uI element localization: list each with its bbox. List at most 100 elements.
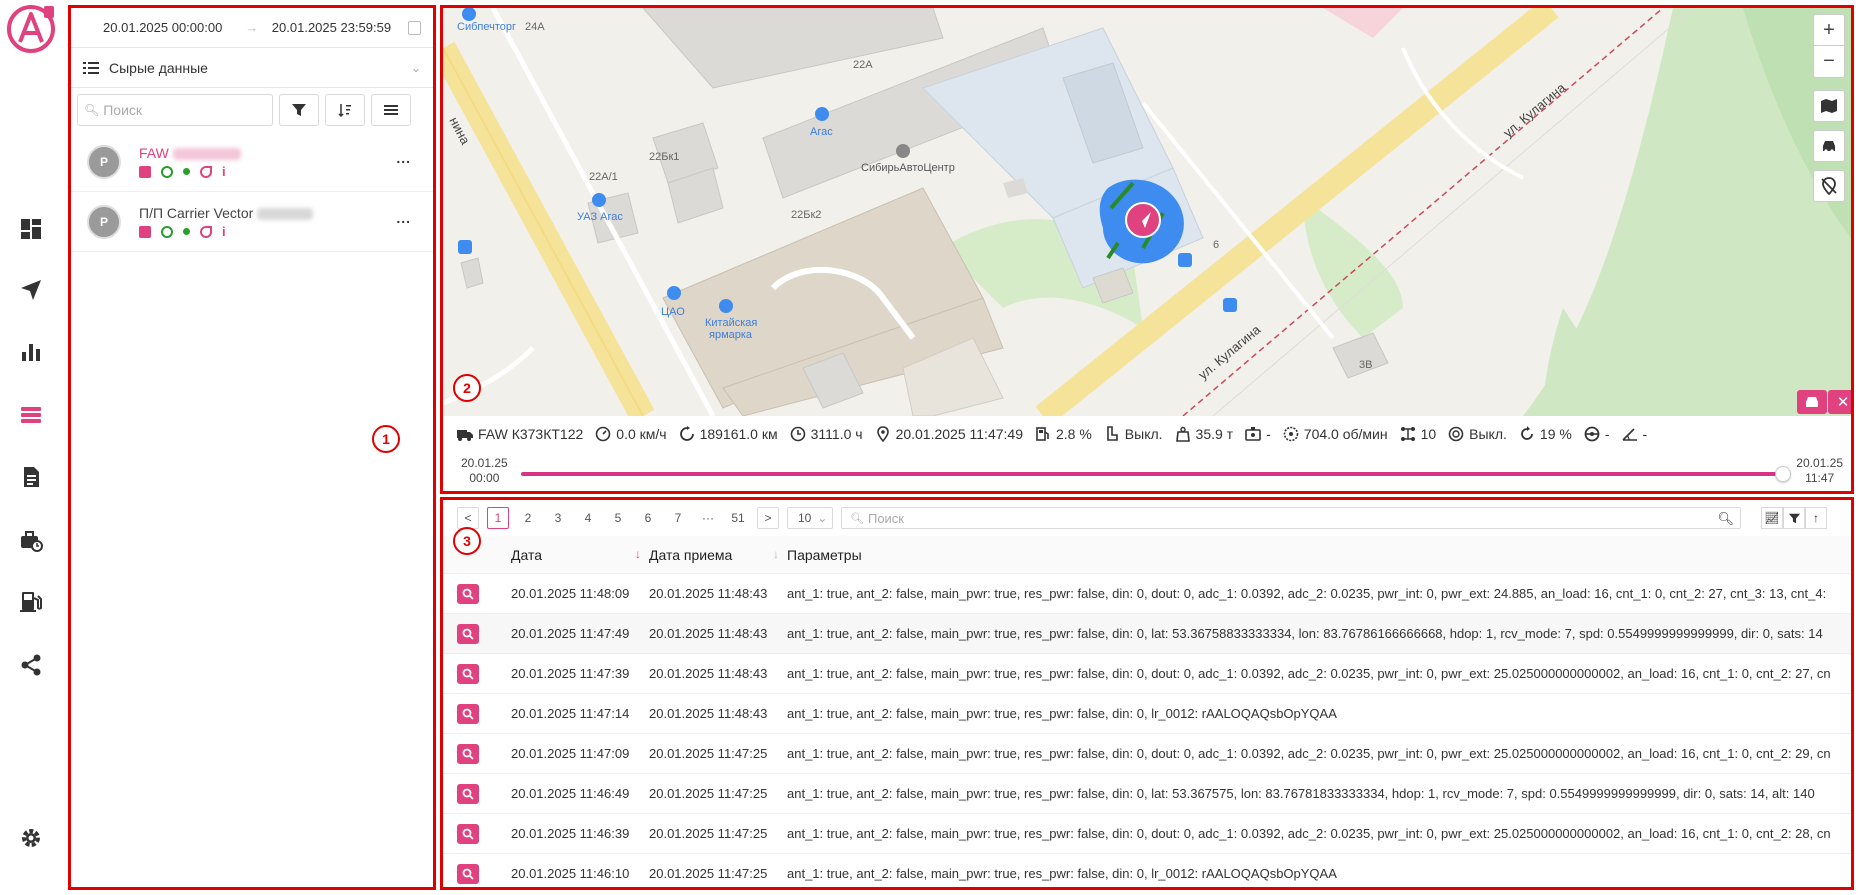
table-header: Дата ↓ Дата приема ↓ Параметры [443, 536, 1851, 574]
data-mode-value: Сырые данные [109, 59, 208, 76]
navigation-icon[interactable] [14, 273, 48, 307]
view-detail-button[interactable] [457, 783, 479, 804]
page-button[interactable]: 5 [607, 507, 629, 529]
sort-down-icon[interactable]: ↓ [635, 547, 641, 561]
rpm-value: 704.0 об/мин [1303, 426, 1388, 442]
table-row[interactable]: 20.01.2025 11:47:39 20.01.2025 11:48:43 an… [443, 654, 1851, 694]
unit-search-input[interactable]: 🔍︎ Поиск [77, 94, 273, 126]
view-detail-button[interactable] [457, 823, 479, 844]
page-button[interactable]: 51 [727, 507, 749, 529]
dashboard-icon[interactable] [14, 212, 48, 246]
date-to[interactable]: 20.01.2025 23:59:59 [261, 20, 402, 35]
timeline-track[interactable] [521, 472, 1783, 476]
zoom-out-button[interactable]: − [1813, 46, 1845, 78]
page-ellipsis[interactable]: ··· [697, 507, 719, 529]
page-button[interactable]: 7 [667, 507, 689, 529]
table-row[interactable]: 20.01.2025 11:47:49 20.01.2025 11:48:43 an… [443, 614, 1851, 654]
gear-icon[interactable] [14, 821, 48, 855]
map-canvas[interactable]: 24А 22А 22А/1 22Бк1 22Бк2 6 3В Агас УАЗ … [443, 8, 1851, 416]
document-icon[interactable] [14, 460, 48, 494]
view-detail-button[interactable] [457, 743, 479, 764]
sort-icon [338, 104, 351, 117]
table-row[interactable]: 20.01.2025 11:47:09 20.01.2025 11:47:25 an… [443, 734, 1851, 774]
table-search-input[interactable]: 🔍︎ Поиск 🔍︎ [841, 507, 1741, 529]
data-mode-select[interactable]: Сырые данные ⌄ [71, 48, 433, 88]
cell-date: 20.01.2025 11:48:09 [511, 586, 630, 601]
search-submit-icon[interactable]: 🔍︎ [1717, 511, 1734, 527]
map-label: Сибпечторг [457, 21, 516, 33]
page-button[interactable]: 2 [517, 507, 539, 529]
axles-icon [1400, 427, 1415, 441]
reports-chart-icon[interactable] [14, 335, 48, 369]
magnifier-icon [462, 788, 474, 800]
redacted-plate [257, 207, 314, 220]
geofence-toggle-button[interactable] [1813, 170, 1845, 202]
close-track-button[interactable]: ✕ [1828, 390, 1851, 414]
calendar-icon[interactable] [407, 20, 421, 35]
vehicles-layer-button[interactable] [1813, 130, 1845, 162]
next-page-button[interactable]: > [757, 507, 779, 529]
fuel-icon[interactable] [14, 585, 48, 619]
prev-page-button[interactable]: < [457, 507, 479, 529]
share-icon[interactable] [14, 648, 48, 682]
unit-item[interactable]: P FAW i ... [71, 132, 433, 192]
axles-value: 10 [1420, 426, 1437, 442]
cell-params: ant_1: true, ant_2: false, main_pwr: tru… [787, 666, 1831, 681]
table-filter-button[interactable] [1783, 507, 1805, 529]
unit-item[interactable]: P П/П Carrier Vector i ... [71, 192, 433, 252]
line-chart-icon: 📈︎ [1764, 511, 1780, 525]
table-row[interactable]: 20.01.2025 11:46:10 20.01.2025 11:47:25 an… [443, 854, 1851, 887]
view-detail-button[interactable] [457, 703, 479, 724]
map-label: ЦАО [661, 306, 685, 318]
cell-date: 20.01.2025 11:46:39 [511, 826, 630, 841]
map-panel: 24А 22А 22А/1 22Бк1 22Бк2 6 3В Агас УАЗ … [440, 5, 1854, 494]
table-row[interactable]: 20.01.2025 11:48:09 20.01.2025 11:48:43 an… [443, 574, 1851, 614]
view-detail-button[interactable] [457, 863, 479, 884]
cell-received: 20.01.2025 11:48:43 [649, 706, 768, 721]
scroll-top-button[interactable]: ↑ [1805, 507, 1827, 529]
timeline-slider-handle[interactable] [1775, 466, 1791, 482]
date-range-picker[interactable]: 20.01.2025 00:00:00 → 20.01.2025 23:59:5… [71, 8, 433, 48]
cell-params: ant_1: true, ant_2: false, main_pwr: tru… [787, 626, 1823, 641]
date-from[interactable]: 20.01.2025 00:00:00 [83, 20, 242, 35]
info-icon[interactable]: i [222, 164, 226, 179]
arrow-up-icon: ↑ [1813, 511, 1819, 525]
avatar: P [87, 204, 121, 239]
unit-name: FAW [139, 144, 169, 161]
app-logo-icon[interactable] [6, 4, 56, 54]
column-header-date[interactable]: Дата ↓ [511, 547, 649, 563]
map-layers-button[interactable] [1813, 90, 1845, 122]
zoom-in-button[interactable]: + [1813, 14, 1845, 46]
search-icon: 🔍︎ [850, 512, 864, 525]
page-size-select[interactable]: 10 ⌄ [787, 507, 833, 529]
cell-date: 20.01.2025 11:47:39 [511, 666, 630, 681]
filter-button[interactable] [279, 94, 319, 126]
view-detail-button[interactable] [457, 663, 479, 684]
view-detail-button[interactable] [457, 583, 479, 604]
page-button[interactable]: 4 [577, 507, 599, 529]
column-header-received[interactable]: Дата приема ↓ [649, 547, 787, 563]
page-button[interactable]: 3 [547, 507, 569, 529]
sort-down-icon[interactable]: ↓ [773, 547, 779, 561]
table-row[interactable]: 20.01.2025 11:47:14 20.01.2025 11:48:43 an… [443, 694, 1851, 734]
maintenance-icon[interactable] [14, 523, 48, 557]
map-label: 6 [1213, 239, 1219, 251]
view-detail-button[interactable] [457, 623, 479, 644]
table-row[interactable]: 20.01.2025 11:46:39 20.01.2025 11:47:25 an… [443, 814, 1851, 854]
page-button[interactable]: 1 [487, 507, 509, 529]
chart-view-button[interactable]: 📈︎ [1761, 507, 1783, 529]
menu-button[interactable] [371, 94, 411, 126]
steering-wheel-icon [1584, 426, 1600, 442]
unit-more-button[interactable]: ... [396, 150, 411, 166]
info-icon[interactable]: i [222, 224, 226, 239]
sort-button[interactable] [325, 94, 365, 126]
table-row[interactable]: 20.01.2025 11:46:49 20.01.2025 11:47:25 an… [443, 774, 1851, 814]
page-button[interactable]: 6 [637, 507, 659, 529]
unit-more-button[interactable]: ... [396, 210, 411, 226]
close-icon: ✕ [1836, 394, 1850, 411]
column-header-label: Дата приема [649, 546, 733, 563]
car-icon [1823, 141, 1835, 153]
vehicle-name: FAW К373КТ122 [478, 426, 584, 442]
raw-data-list-icon[interactable] [14, 398, 48, 432]
vehicle-follow-button[interactable] [1797, 390, 1827, 414]
